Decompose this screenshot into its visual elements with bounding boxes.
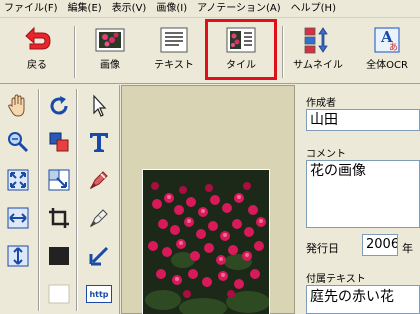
black-fill-tool[interactable] — [44, 241, 74, 271]
resize-icon — [48, 169, 70, 191]
document-canvas[interactable] — [121, 85, 295, 314]
metadata-panel: 作成者 山田 コメント 花の画像 発行日 2006 年 付属テキスト 庭先の赤い… — [298, 85, 420, 314]
author-field[interactable]: 山田 — [306, 109, 420, 131]
hand-tool[interactable] — [3, 91, 33, 121]
eraser-tool[interactable] — [84, 203, 114, 233]
pointer-tool[interactable] — [84, 91, 114, 121]
marker-tool[interactable] — [84, 165, 114, 195]
crop-icon — [49, 208, 69, 228]
flower-photo — [142, 169, 270, 314]
menu-image[interactable]: 画像(I) — [156, 0, 187, 18]
tool-separator — [38, 89, 40, 311]
text-view-button[interactable]: テキスト — [146, 22, 202, 80]
thumbnail-button[interactable]: サムネイル — [286, 22, 350, 80]
crop-tool[interactable] — [44, 203, 74, 233]
tool-palette: http — [0, 85, 120, 314]
rotate-icon — [50, 96, 68, 115]
fit-height-tool[interactable] — [3, 241, 33, 271]
resize-tool[interactable] — [44, 165, 74, 195]
menu-edit[interactable]: 編集(E) — [68, 0, 102, 18]
svg-text:あ: あ — [389, 42, 398, 53]
attached-text-field[interactable]: 庭先の赤い花 — [306, 285, 420, 314]
rotate-tool[interactable] — [44, 91, 74, 121]
tool-separator — [76, 89, 78, 311]
year-field[interactable]: 2006 — [362, 234, 398, 256]
text-view-label: テキスト — [154, 60, 194, 71]
attached-text-label: 付属テキスト — [306, 274, 366, 285]
tile-highlight-box — [205, 19, 277, 80]
link-tool[interactable]: http — [84, 279, 114, 309]
menu-help[interactable]: ヘルプ(H) — [291, 0, 336, 18]
fit-page-tool[interactable] — [3, 165, 33, 195]
toolbar-separator — [74, 26, 76, 78]
copy-region-icon — [49, 132, 69, 152]
toolbar: 戻る 画像 テキスト タイル サムネイル A あ 全体OCR — [0, 18, 420, 84]
copy-region-tool[interactable] — [44, 127, 74, 157]
arrow-tool[interactable] — [84, 241, 114, 271]
eraser-icon — [89, 209, 108, 228]
marker-icon — [89, 171, 108, 190]
comment-label: コメント — [306, 149, 346, 160]
zoom-tool[interactable] — [3, 127, 33, 157]
author-label: 作成者 — [306, 98, 336, 109]
comment-field[interactable]: 花の画像 — [306, 160, 420, 228]
white-fill-tool[interactable] — [44, 279, 74, 309]
link-icon: http — [86, 285, 112, 303]
text-document-icon — [160, 27, 188, 53]
fit-width-tool[interactable] — [3, 203, 33, 233]
publish-date-label: 発行日 — [306, 242, 339, 255]
back-button[interactable]: 戻る — [12, 22, 62, 80]
fit-width-icon — [7, 207, 29, 229]
menu-bar: ファイル(F) 編集(E) 表示(V) 画像(I) アノテーション(A) ヘルプ… — [0, 0, 420, 18]
menu-file[interactable]: ファイル(F) — [4, 0, 58, 18]
image-view-label: 画像 — [100, 60, 120, 71]
flower-image — [143, 170, 269, 314]
white-fill-icon — [48, 284, 70, 304]
thumbnail-label: サムネイル — [293, 60, 343, 71]
zoom-icon — [8, 132, 29, 153]
image-icon — [95, 28, 125, 52]
toolbar-separator — [282, 26, 284, 78]
hand-icon — [8, 94, 25, 117]
year-unit-label: 年 — [402, 242, 413, 255]
fit-icon — [7, 169, 29, 191]
black-fill-icon — [49, 247, 69, 265]
back-arrow-icon — [25, 26, 51, 50]
app-window: ファイル(F) 編集(E) 表示(V) 画像(I) アノテーション(A) ヘルプ… — [0, 0, 420, 314]
pointer-icon — [93, 94, 107, 117]
text-tool-icon — [90, 133, 108, 152]
ocr-icon: A あ — [374, 27, 400, 53]
image-view-button[interactable]: 画像 — [84, 22, 136, 80]
thumbnail-icon — [304, 27, 328, 54]
arrow-icon — [89, 246, 109, 266]
link-text: http — [89, 289, 109, 299]
menu-view[interactable]: 表示(V) — [112, 0, 147, 18]
fit-height-icon — [7, 245, 29, 267]
text-tool[interactable] — [84, 127, 114, 157]
full-ocr-label: 全体OCR — [366, 60, 408, 71]
full-ocr-button[interactable]: A あ 全体OCR — [356, 22, 418, 80]
menu-annotation[interactable]: アノテーション(A) — [197, 0, 281, 18]
back-label: 戻る — [27, 60, 47, 71]
